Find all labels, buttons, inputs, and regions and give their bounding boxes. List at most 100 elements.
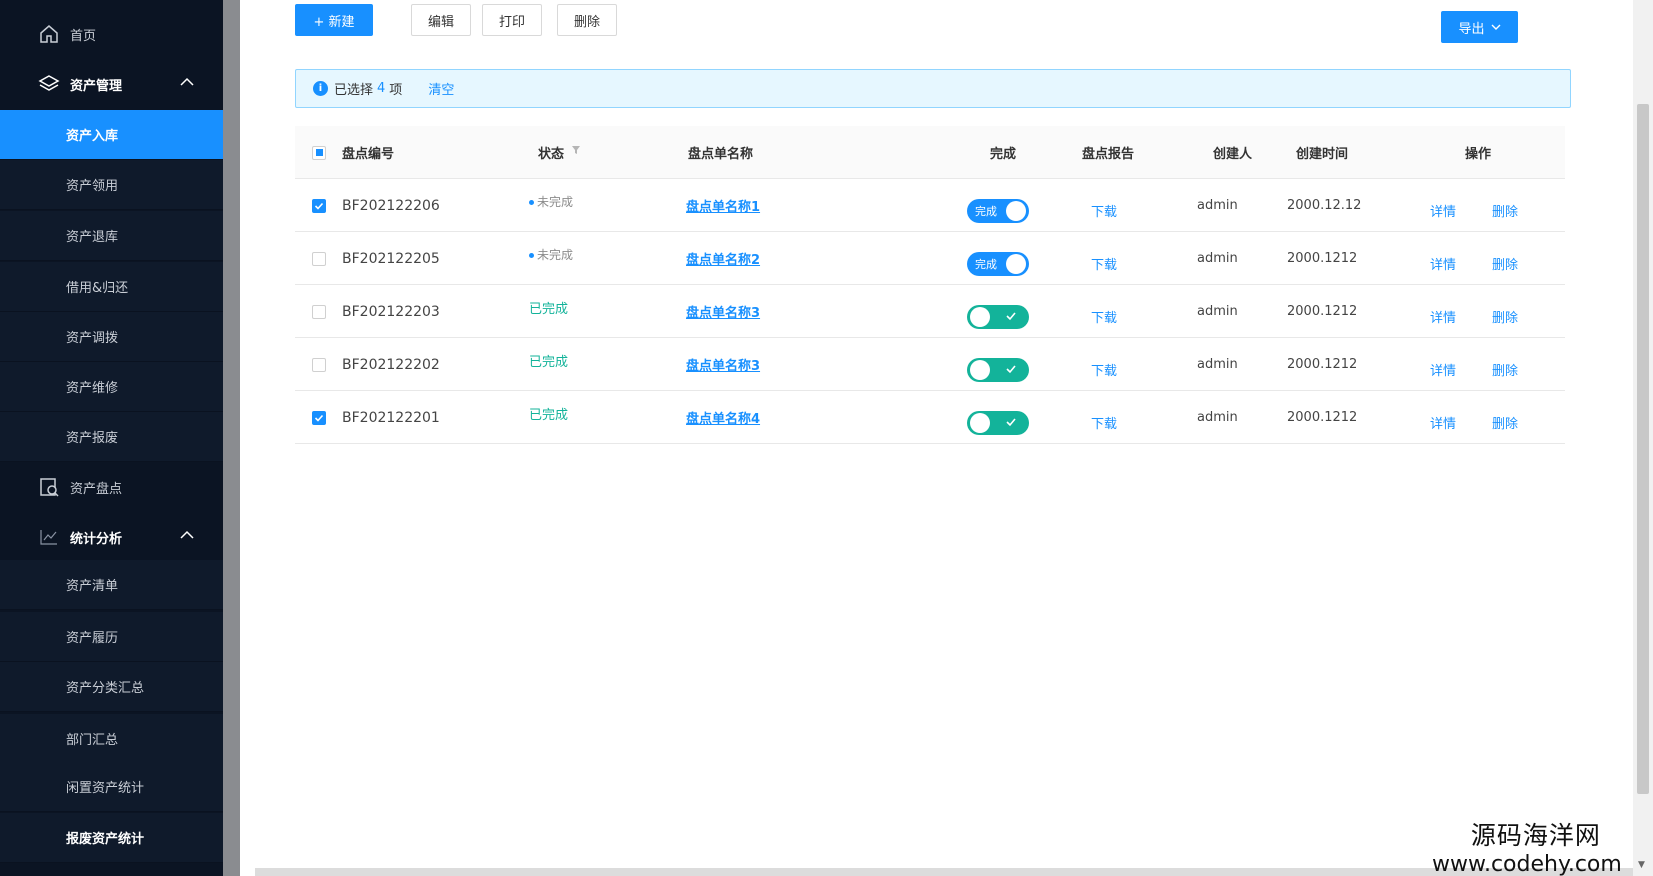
- row-name: 盘点单名称3: [686, 359, 761, 374]
- sidebar-scroll-gutter: [223, 0, 240, 876]
- sidebar-item-home[interactable]: 首页: [0, 9, 223, 59]
- sidebar-item-repair[interactable]: 资产维修: [0, 362, 223, 412]
- sidebar-item-inventory[interactable]: 资产盘点: [0, 462, 223, 512]
- download-link: 下载: [1091, 311, 1118, 326]
- sidebar-item-label: 资产盘点: [70, 481, 123, 497]
- row-detail-link[interactable]: 详情: [1430, 184, 1456, 237]
- row-name-link[interactable]: 盘点单名称1: [686, 179, 760, 232]
- header-creator: 创建人: [1213, 147, 1253, 162]
- row-report-download[interactable]: 下载: [1091, 396, 1117, 449]
- delete-link-label: 删除: [1492, 364, 1519, 379]
- row-detail-link[interactable]: 详情: [1430, 396, 1456, 449]
- row-detail-link[interactable]: 详情: [1430, 237, 1456, 290]
- row-done-toggle[interactable]: [967, 343, 1029, 396]
- row-delete-link[interactable]: 删除: [1492, 290, 1518, 343]
- row-delete-link[interactable]: 删除: [1492, 237, 1518, 290]
- table-row: BF202122201 已完成 盘点单名称4 下载 admin 2000.1212 详情 删除: [295, 391, 1565, 444]
- delete-link-label: 删除: [1492, 258, 1519, 273]
- row-code: BF202122205: [342, 250, 440, 267]
- sidebar-item-label: 资产履历: [66, 631, 119, 646]
- select-all-checkbox[interactable]: [312, 126, 326, 179]
- row-report-download[interactable]: 下载: [1091, 237, 1117, 290]
- header-created: 创建时间: [1296, 147, 1349, 162]
- row-report-download[interactable]: 下载: [1091, 290, 1117, 343]
- selected-prefix: 已选择: [334, 83, 374, 98]
- sidebar-item-scrap-stats[interactable]: 报废资产统计: [0, 813, 223, 863]
- check-icon: [1005, 416, 1017, 432]
- sidebar-group-stats[interactable]: 统计分析: [0, 512, 223, 562]
- row-name-link[interactable]: 盘点单名称4: [686, 391, 760, 444]
- sidebar-item-borrow[interactable]: 借用&归还: [0, 262, 223, 312]
- horizontal-scrollbar[interactable]: [255, 868, 1633, 876]
- delete-link-label: 删除: [1492, 205, 1519, 220]
- sidebar-group-asset-mgmt[interactable]: 资产管理: [0, 59, 223, 109]
- row-done-toggle[interactable]: 完成: [967, 237, 1029, 290]
- row-report-download[interactable]: 下载: [1091, 343, 1117, 396]
- row-status-label: 未完成: [537, 248, 574, 262]
- chart-icon: [38, 526, 60, 548]
- check-icon: [1005, 363, 1017, 379]
- row-creator: admin: [1197, 304, 1238, 319]
- download-link: 下载: [1091, 258, 1118, 273]
- row-name-link[interactable]: 盘点单名称3: [686, 285, 760, 338]
- row-status-label: 已完成: [529, 302, 569, 317]
- clear-selection-link[interactable]: 清空: [428, 79, 454, 98]
- sidebar-item-idle-stats[interactable]: 闲置资产统计: [0, 762, 223, 812]
- row-report-download[interactable]: 下载: [1091, 184, 1117, 237]
- row-detail-link[interactable]: 详情: [1430, 343, 1456, 396]
- row-checkbox[interactable]: [312, 338, 326, 391]
- vertical-scrollbar[interactable]: ▼: [1633, 0, 1653, 876]
- detail-link-label: 详情: [1430, 417, 1457, 432]
- new-button[interactable]: + 新建: [295, 4, 373, 36]
- row-delete-link[interactable]: 删除: [1492, 184, 1518, 237]
- sidebar-item-label: 资产分类汇总: [66, 681, 145, 696]
- row-created: 2000.12.12: [1287, 198, 1362, 213]
- row-name-link[interactable]: 盘点单名称3: [686, 338, 760, 391]
- row-detail-link[interactable]: 详情: [1430, 290, 1456, 343]
- sidebar-item-asset-history[interactable]: 资产履历: [0, 612, 223, 662]
- row-code: BF202122202: [342, 356, 440, 373]
- detail-link-label: 详情: [1430, 311, 1457, 326]
- sidebar-item-label: 资产入库: [66, 129, 119, 144]
- filter-icon[interactable]: [572, 145, 581, 154]
- row-created: 2000.1212: [1287, 251, 1358, 266]
- row-checkbox[interactable]: [312, 232, 326, 285]
- chevron-up-icon: [179, 74, 195, 94]
- sidebar-item-label: 资产领用: [66, 179, 119, 194]
- export-button[interactable]: 导出: [1441, 11, 1518, 43]
- row-name-link[interactable]: 盘点单名称2: [686, 232, 760, 285]
- row-done-toggle[interactable]: 完成: [967, 184, 1029, 237]
- row-done-toggle[interactable]: [967, 290, 1029, 343]
- home-icon: [38, 23, 60, 45]
- row-creator: admin: [1197, 357, 1238, 372]
- row-checkbox[interactable]: [312, 179, 326, 232]
- row-delete-link[interactable]: 删除: [1492, 396, 1518, 449]
- sidebar-item-dept-summary[interactable]: 部门汇总: [0, 714, 223, 764]
- sidebar-item-category-summary[interactable]: 资产分类汇总: [0, 662, 223, 712]
- row-status: 已完成: [529, 387, 568, 440]
- row-creator: admin: [1197, 198, 1238, 213]
- row-created: 2000.1212: [1287, 357, 1358, 372]
- selection-alert: i 已选择 4 项 清空: [295, 69, 1571, 108]
- row-checkbox[interactable]: [312, 391, 326, 444]
- scroll-down-icon[interactable]: ▼: [1638, 860, 1645, 870]
- sidebar-item-asset-in[interactable]: 资产入库: [0, 110, 223, 160]
- row-delete-link[interactable]: 删除: [1492, 343, 1518, 396]
- print-button[interactable]: 打印: [482, 4, 542, 36]
- sidebar-item-transfer[interactable]: 资产调拨: [0, 312, 223, 362]
- sidebar-item-scrap[interactable]: 资产报废: [0, 412, 223, 462]
- delete-button[interactable]: 删除: [557, 4, 617, 36]
- row-checkbox[interactable]: [312, 285, 326, 338]
- sidebar-item-label: 资产维修: [66, 381, 119, 396]
- sidebar-item-asset-list[interactable]: 资产清单: [0, 560, 223, 610]
- row-creator: admin: [1197, 251, 1238, 266]
- edit-button[interactable]: 编辑: [411, 4, 471, 36]
- sidebar-item-asset-use[interactable]: 资产领用: [0, 160, 223, 210]
- download-link: 下载: [1091, 417, 1118, 432]
- row-done-toggle[interactable]: [967, 396, 1029, 449]
- sidebar-item-asset-return[interactable]: 资产退库: [0, 211, 223, 261]
- watermark-line1: 源码海洋网: [1470, 821, 1601, 850]
- row-created: 2000.1212: [1287, 410, 1358, 425]
- header-ops: 操作: [1465, 147, 1492, 162]
- scrollbar-thumb[interactable]: [1637, 104, 1649, 794]
